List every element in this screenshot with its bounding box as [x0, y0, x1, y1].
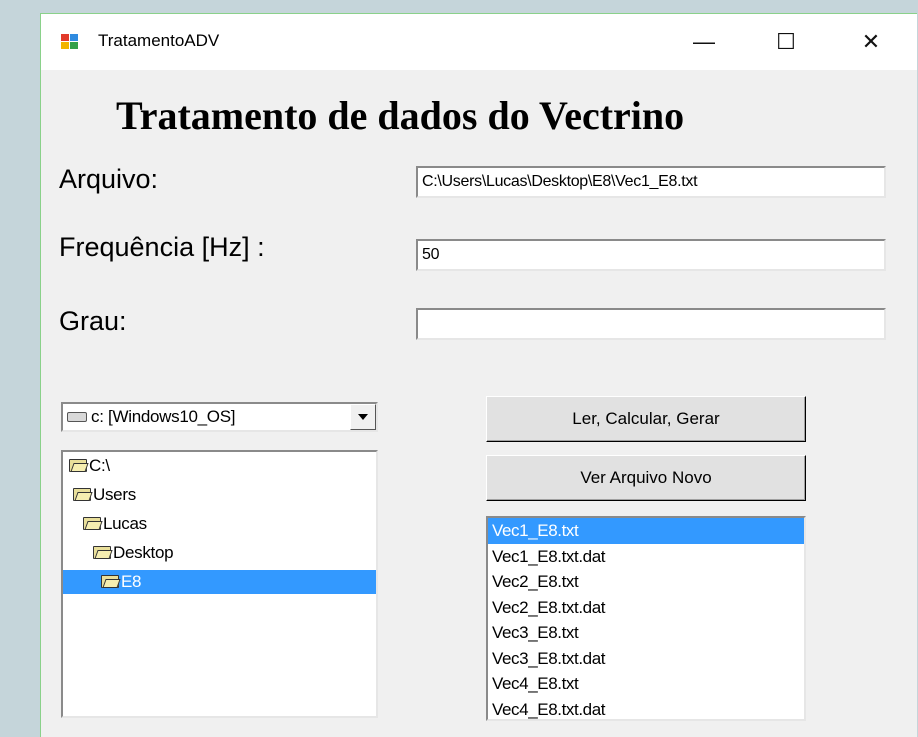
frequencia-field[interactable]: 50: [416, 239, 886, 271]
directory-tree[interactable]: C:\ Users Lucas Desktop E8: [61, 450, 378, 718]
folder-open-icon: [93, 545, 111, 559]
file-list[interactable]: Vec1_E8.txt Vec1_E8.txt.dat Vec2_E8.txt …: [486, 516, 806, 721]
file-list-item[interactable]: Vec3_E8.txt.dat: [488, 646, 804, 672]
directory-item-label: Lucas: [103, 514, 147, 533]
drive-icon: [67, 412, 87, 422]
ver-arquivo-novo-button[interactable]: Ver Arquivo Novo: [486, 455, 806, 501]
directory-item-label: E8: [121, 572, 142, 591]
directory-item-label: Users: [93, 485, 136, 504]
file-list-item[interactable]: Vec3_E8.txt: [488, 620, 804, 646]
grau-field[interactable]: [416, 308, 886, 340]
page-title: Tratamento de dados do Vectrino: [116, 93, 685, 138]
file-list-item-selected[interactable]: Vec1_E8.txt: [488, 518, 804, 544]
drive-select[interactable]: c: [Windows10_OS]: [61, 402, 378, 432]
file-list-item[interactable]: Vec2_E8.txt.dat: [488, 595, 804, 621]
chevron-down-icon[interactable]: [350, 404, 376, 430]
ler-calcular-gerar-button[interactable]: Ler, Calcular, Gerar: [486, 396, 806, 442]
maximize-icon: ☐: [776, 29, 796, 54]
file-list-item[interactable]: Vec4_E8.txt: [488, 671, 804, 697]
directory-item[interactable]: Lucas: [63, 512, 376, 536]
title-bar[interactable]: TratamentoADV — ☐ ✕: [41, 14, 917, 70]
minimize-button[interactable]: —: [684, 26, 724, 58]
arquivo-label: Arquivo:: [59, 164, 159, 194]
file-list-item[interactable]: Vec1_E8.txt.dat: [488, 544, 804, 570]
folder-open-icon: [101, 574, 119, 588]
directory-item[interactable]: Users: [63, 483, 376, 507]
window-title: TratamentoADV: [98, 31, 220, 50]
app-icon: [61, 34, 79, 50]
frequencia-label: Frequência [Hz] :: [59, 232, 265, 262]
drive-select-value: c: [Windows10_OS]: [91, 407, 236, 426]
folder-open-icon: [83, 516, 101, 530]
file-list-item[interactable]: Vec4_E8.txt.dat: [488, 697, 804, 723]
file-list-item[interactable]: Vec2_E8.txt: [488, 569, 804, 595]
directory-item-label: Desktop: [113, 543, 174, 562]
close-icon: ✕: [861, 29, 881, 54]
folder-open-icon: [69, 458, 87, 472]
directory-item[interactable]: Desktop: [63, 541, 376, 565]
directory-item-label: C:\: [89, 456, 110, 475]
directory-item-selected[interactable]: E8: [63, 570, 376, 594]
folder-open-icon: [73, 487, 91, 501]
arquivo-field[interactable]: C:\Users\Lucas\Desktop\E8\Vec1_E8.txt: [416, 166, 886, 198]
minimize-icon: —: [693, 29, 715, 54]
maximize-button[interactable]: ☐: [766, 26, 806, 58]
directory-item[interactable]: C:\: [63, 454, 376, 478]
app-window: TratamentoADV — ☐ ✕ Tratamento de dados …: [40, 13, 917, 737]
grau-label: Grau:: [59, 306, 127, 336]
close-button[interactable]: ✕: [851, 26, 891, 58]
